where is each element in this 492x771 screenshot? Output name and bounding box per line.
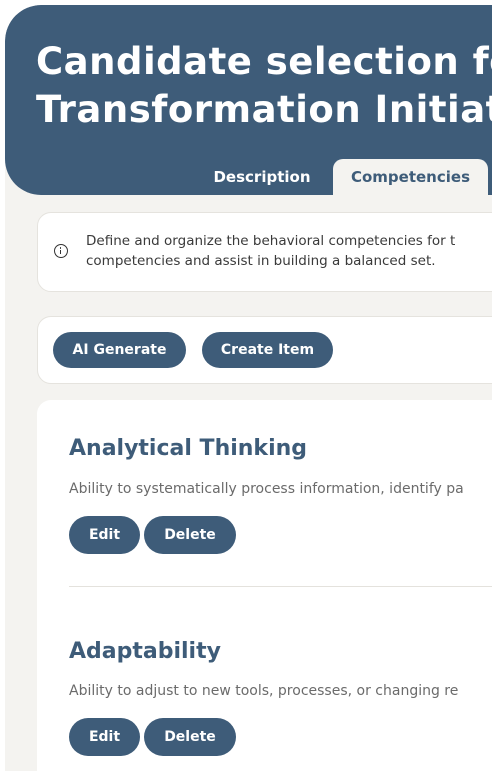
page-title-line-2: Transformation Initiative [36,88,492,131]
action-bar: AI Generate Create Item [37,316,492,384]
delete-button[interactable]: Delete [144,718,236,756]
create-item-button[interactable]: Create Item [202,332,333,368]
tab-competencies[interactable]: Competencies [333,159,488,195]
edit-button[interactable]: Edit [69,516,140,554]
competency-title: Adaptability [69,639,221,664]
page-title: Candidate selection for Transformation In… [36,38,492,134]
item-divider [69,586,492,587]
info-icon [54,244,68,258]
competency-description: Ability to systematically process inform… [69,481,464,497]
info-text-line-1: Define and organize the behavioral compe… [86,233,456,249]
tab-description[interactable]: Description [201,159,323,195]
ai-generate-button[interactable]: AI Generate [53,332,186,368]
competency-list: Analytical Thinking Ability to systemati… [37,400,492,771]
edit-button[interactable]: Edit [69,718,140,756]
info-text: Define and organize the behavioral compe… [86,231,492,271]
competency-title: Analytical Thinking [69,436,308,461]
page: Candidate selection for Transformation In… [5,5,492,771]
delete-button[interactable]: Delete [144,516,236,554]
info-banner: Define and organize the behavioral compe… [37,212,492,292]
info-text-line-2: competencies and assist in building a ba… [86,253,436,269]
competency-description: Ability to adjust to new tools, processe… [69,683,459,699]
page-title-line-1: Candidate selection for [36,40,492,83]
